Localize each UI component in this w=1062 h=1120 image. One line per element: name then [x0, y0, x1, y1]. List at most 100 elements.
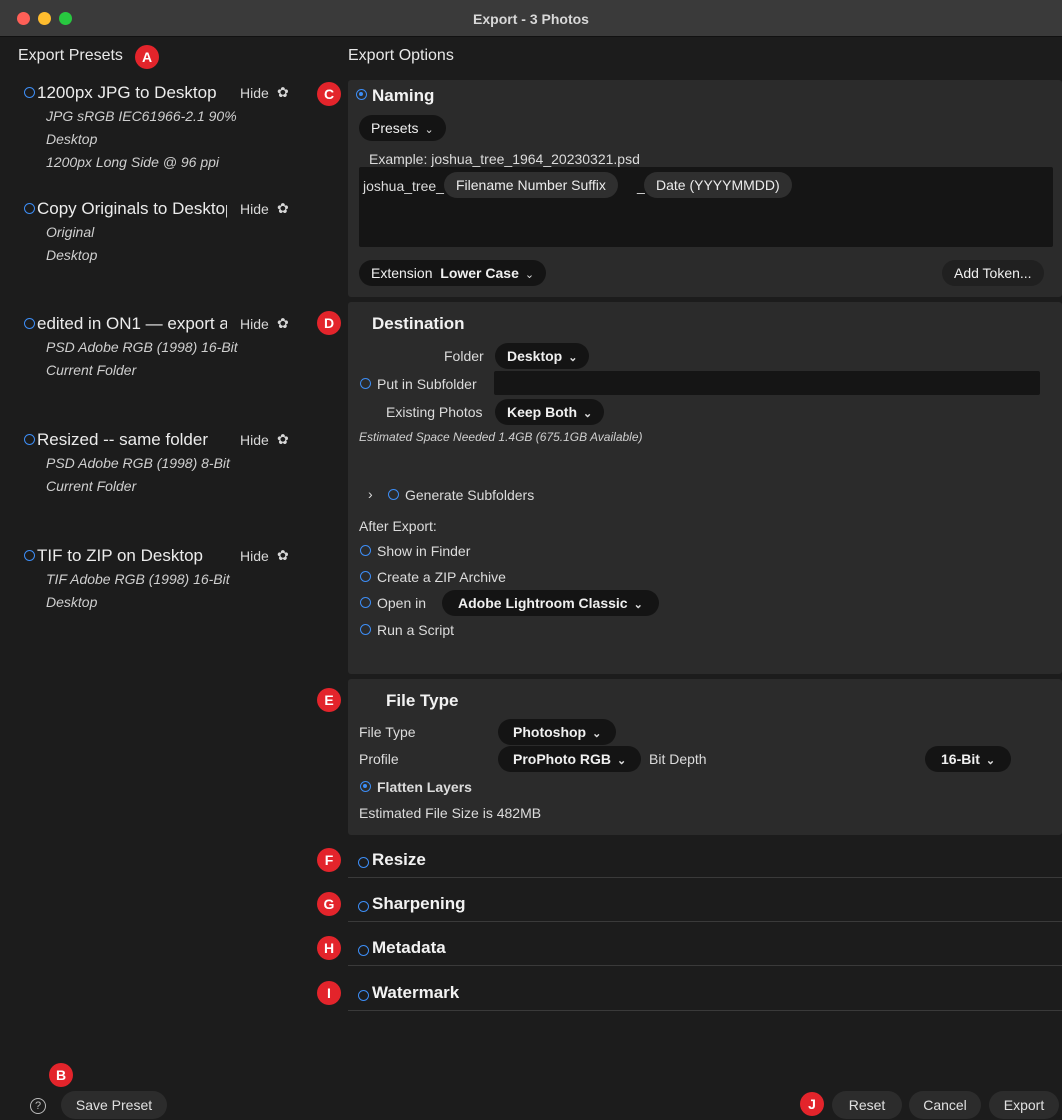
naming-example: Example: joshua_tree_1964_20230321.psd — [369, 151, 640, 167]
preset-detail: PSD Adobe RGB (1998) 8-Bit — [46, 455, 230, 471]
gear-icon[interactable]: ✿ — [277, 431, 289, 448]
reset-button[interactable]: Reset — [832, 1091, 902, 1119]
flatten-layers-label[interactable]: Flatten Layers — [377, 779, 472, 795]
preset-detail: JPG sRGB IEC61966-2.1 90% — [46, 108, 237, 124]
open-in-app-value: Adobe Lightroom Classic — [458, 595, 628, 611]
preset-item[interactable]: edited in ON1 — export as Hide ✿ PSD Ado… — [24, 314, 299, 382]
gear-icon[interactable]: ✿ — [277, 315, 289, 332]
options-header: Export Options — [348, 47, 454, 64]
help-icon[interactable]: ? — [30, 1098, 46, 1114]
watermark-section[interactable]: Watermark — [348, 977, 1062, 1011]
chevron-down-icon: ⌄ — [985, 755, 996, 767]
callout-badge-b: B — [49, 1063, 73, 1087]
chevron-down-icon: ⌄ — [424, 124, 434, 136]
subfolder-input[interactable] — [494, 371, 1040, 395]
preset-name[interactable]: Resized -- same folder — [37, 430, 227, 450]
sharpening-title[interactable]: Sharpening — [372, 894, 466, 914]
chevron-down-icon: ⌄ — [568, 352, 578, 364]
open-in-label: Open in — [377, 595, 427, 611]
preset-name[interactable]: TIF to ZIP on Desktop — [37, 546, 227, 566]
existing-photos-dropdown[interactable]: Keep Both ⌄ — [495, 399, 605, 425]
show-in-finder-radio[interactable] — [360, 545, 371, 556]
run-script-radio[interactable] — [360, 624, 371, 635]
preset-name[interactable]: 1200px JPG to Desktop — [37, 83, 227, 103]
preset-radio[interactable] — [24, 434, 35, 445]
preset-item[interactable]: Resized -- same folder Hide ✿ PSD Adobe … — [24, 430, 299, 498]
folder-label: Folder — [444, 348, 484, 364]
naming-prefix: joshua_tree_ — [363, 178, 444, 194]
file-type-value: Photoshop — [513, 724, 587, 740]
file-type-title: File Type — [386, 691, 459, 710]
preset-detail: 1200px Long Side @ 96 ppi — [46, 154, 220, 170]
gear-icon[interactable]: ✿ — [277, 200, 289, 217]
export-button[interactable]: Export — [989, 1091, 1059, 1119]
create-zip-label[interactable]: Create a ZIP Archive — [377, 569, 506, 585]
preset-name[interactable]: Copy Originals to Desktop — [37, 199, 227, 219]
token-filename-number-suffix[interactable]: Filename Number Suffix — [444, 172, 618, 198]
show-in-finder-label[interactable]: Show in Finder — [377, 543, 470, 559]
file-type-dropdown[interactable]: Photoshop ⌄ — [498, 719, 617, 745]
subfolder-radio[interactable] — [360, 378, 371, 389]
preset-item[interactable]: TIF to ZIP on Desktop Hide ✿ TIF Adobe R… — [24, 546, 299, 614]
bit-depth-dropdown[interactable]: 16-Bit ⌄ — [925, 746, 1012, 772]
preset-radio[interactable] — [24, 318, 35, 329]
chevron-down-icon: ⌄ — [583, 408, 593, 420]
preset-hide-button[interactable]: Hide — [240, 432, 269, 448]
folder-dropdown[interactable]: Desktop ⌄ — [495, 343, 590, 369]
callout-badge-j: J — [800, 1092, 824, 1116]
resize-toggle[interactable] — [358, 857, 369, 868]
metadata-title[interactable]: Metadata — [372, 938, 446, 958]
watermark-toggle[interactable] — [358, 990, 369, 1001]
open-in-radio[interactable] — [360, 597, 371, 608]
naming-token-area[interactable]: joshua_tree_ Filename Number Suffix _ Da… — [359, 167, 1053, 247]
chevron-down-icon: ⌄ — [617, 755, 627, 767]
profile-value: ProPhoto RGB — [513, 751, 611, 767]
cancel-button[interactable]: Cancel — [909, 1091, 981, 1119]
metadata-section[interactable]: Metadata — [348, 932, 1062, 966]
resize-title[interactable]: Resize — [372, 850, 426, 870]
window-title: Export - 3 Photos — [473, 11, 589, 27]
metadata-toggle[interactable] — [358, 945, 369, 956]
chevron-down-icon: ⌄ — [524, 269, 535, 281]
preset-radio[interactable] — [24, 87, 35, 98]
watermark-title[interactable]: Watermark — [372, 983, 459, 1003]
profile-dropdown[interactable]: ProPhoto RGB ⌄ — [498, 746, 642, 772]
sharpening-section[interactable]: Sharpening — [348, 888, 1062, 922]
naming-toggle[interactable] — [356, 89, 367, 100]
gear-icon[interactable]: ✿ — [277, 547, 289, 564]
run-script-label[interactable]: Run a Script — [377, 622, 454, 638]
space-needed: Estimated Space Needed 1.4GB (675.1GB Av… — [359, 430, 643, 444]
preset-detail: Current Folder — [46, 362, 137, 378]
naming-presets-dropdown[interactable]: Presets ⌄ — [359, 115, 446, 141]
create-zip-radio[interactable] — [360, 571, 371, 582]
preset-item[interactable]: Copy Originals to Desktop Hide ✿ Origina… — [24, 199, 299, 267]
save-preset-button[interactable]: Save Preset — [61, 1091, 167, 1119]
callout-badge-g: G — [317, 892, 341, 916]
flatten-layers-radio[interactable] — [360, 781, 371, 792]
sharpening-toggle[interactable] — [358, 901, 369, 912]
preset-detail: TIF Adobe RGB (1998) 16-Bit — [46, 571, 230, 587]
preset-hide-button[interactable]: Hide — [240, 85, 269, 101]
title-bar: Export - 3 Photos — [0, 0, 1062, 37]
resize-section[interactable]: Resize — [348, 844, 1062, 878]
preset-hide-button[interactable]: Hide — [240, 201, 269, 217]
gear-icon[interactable]: ✿ — [277, 84, 289, 101]
chevron-right-icon[interactable]: › — [368, 486, 373, 502]
preset-detail: Desktop — [46, 247, 98, 263]
preset-hide-button[interactable]: Hide — [240, 316, 269, 332]
naming-title: Naming — [372, 86, 435, 105]
open-in-app-dropdown[interactable]: Adobe Lightroom Classic ⌄ — [442, 590, 659, 616]
extension-dropdown[interactable]: Extension Lower Case ⌄ — [359, 260, 547, 286]
generate-subfolders-radio[interactable] — [388, 489, 399, 500]
generate-subfolders-label[interactable]: Generate Subfolders — [405, 487, 534, 503]
bit-depth-label: Bit Depth — [649, 751, 707, 767]
file-type-section: File Type File Type Photoshop ⌄ Profile P… — [348, 679, 1062, 835]
preset-name[interactable]: edited in ON1 — export as — [37, 314, 227, 334]
add-token-button[interactable]: Add Token... — [942, 260, 1044, 286]
after-export-label: After Export: — [359, 518, 437, 534]
preset-hide-button[interactable]: Hide — [240, 548, 269, 564]
preset-radio[interactable] — [24, 550, 35, 561]
preset-radio[interactable] — [24, 203, 35, 214]
token-date[interactable]: Date (YYYYMMDD) — [644, 172, 792, 198]
preset-item[interactable]: 1200px JPG to Desktop Hide ✿ JPG sRGB IE… — [24, 83, 299, 174]
